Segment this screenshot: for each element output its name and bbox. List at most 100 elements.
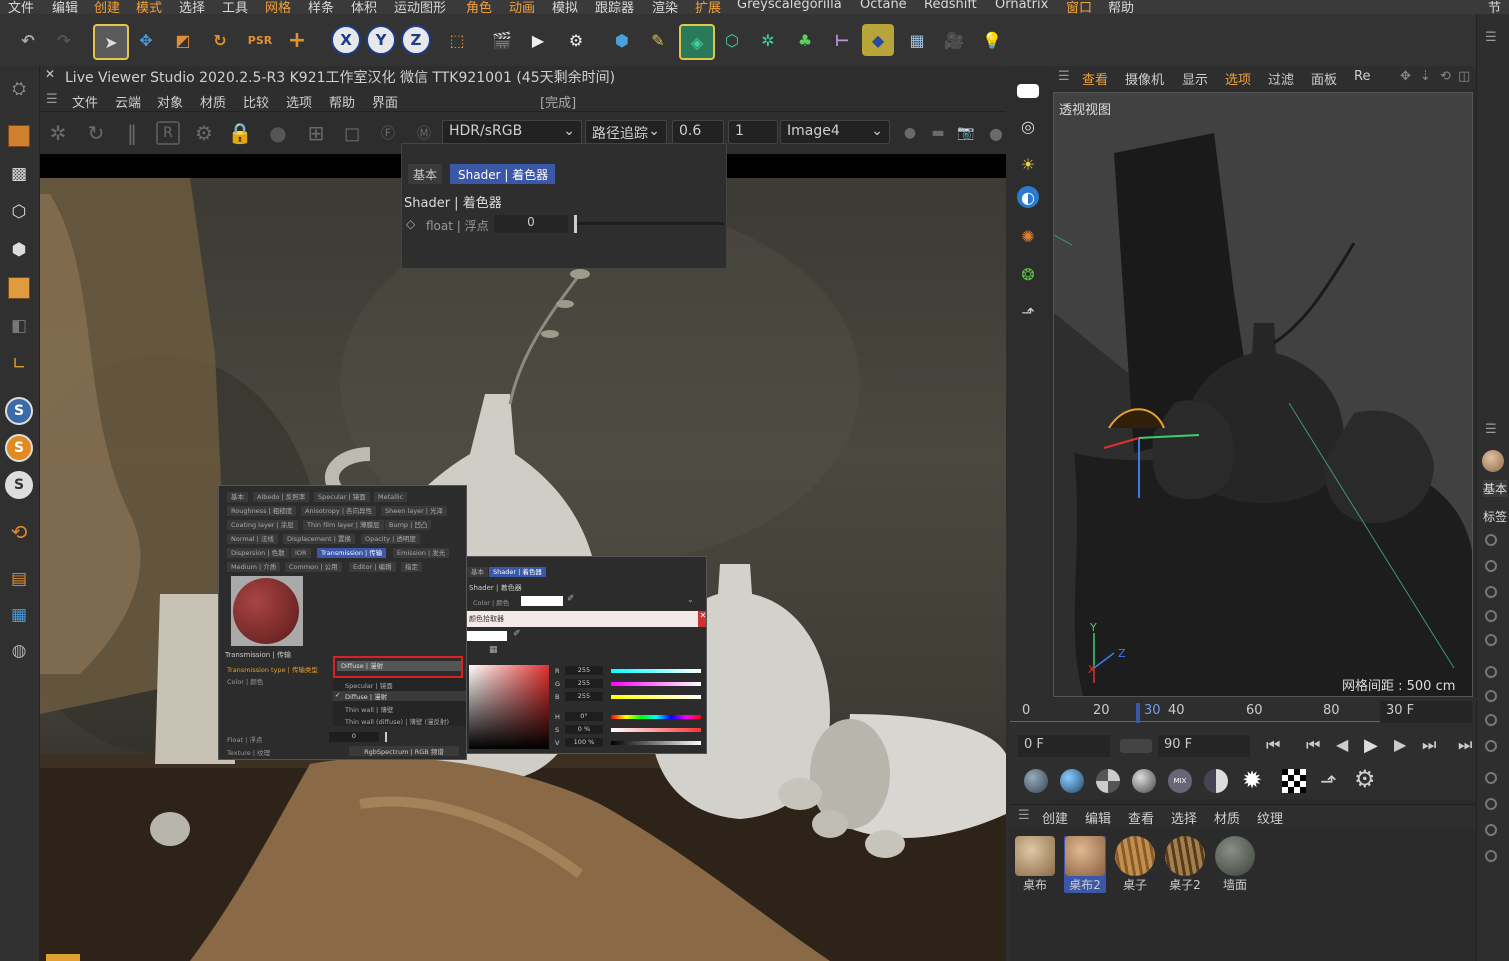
hamburger-icon[interactable]: ☰ [1058,69,1070,84]
mm-menu-view[interactable]: 查看 [1128,808,1154,827]
radio-button[interactable] [1485,666,1497,678]
radio-button[interactable] [1485,798,1497,810]
radio-button[interactable] [1485,850,1497,862]
tab-emission[interactable]: Emission | 发光 [393,548,450,558]
x-axis-icon[interactable]: X [330,24,362,56]
floor-icon[interactable]: ▦ [901,24,933,56]
mm-menu-texture[interactable]: 纹理 [1257,808,1283,827]
add-tool-icon[interactable]: + [281,24,313,56]
playhead[interactable] [1136,703,1140,723]
zoom-view-icon[interactable]: ⇣ [1420,69,1431,84]
coord-system-icon[interactable]: ⬚ [441,24,473,56]
psr-tool-icon[interactable]: PSR [244,24,276,56]
tab-displacement[interactable]: Displacement | 置换 [283,534,356,544]
make-editable-icon[interactable]: ⛭ [4,74,34,104]
mm-menu-material[interactable]: 材质 [1214,808,1240,827]
menu-tools[interactable]: 工具 [222,0,248,14]
hamburger-icon[interactable]: ☰ [46,92,58,107]
chevron-down-icon[interactable]: ⌄ [687,595,694,604]
tab-albedo[interactable]: Albedo | 反照率 [253,492,310,502]
rotate-view-icon[interactable]: ⟲ [1440,69,1451,84]
s-slider[interactable] [611,728,701,732]
camera-icon[interactable]: 🎥 [938,24,970,56]
move-tool-icon[interactable]: ✥ [130,24,162,56]
planar-workplane-icon[interactable]: ◍ [4,636,34,666]
goto-end-icon[interactable]: ⏭ [1458,735,1472,755]
option-specular[interactable]: Specular | 镜面 [345,680,393,690]
field-icon[interactable]: ◆ [862,24,894,56]
range-slider[interactable] [1120,739,1152,753]
tab-assign[interactable]: 指定 [401,562,422,572]
menu-greyscalegorilla[interactable]: Greyscalegorilla [737,0,842,12]
perspective-viewport[interactable]: Y Z X 透视视图 网格间距 : 500 cm [1053,92,1473,697]
render-view-icon[interactable]: ▶ [522,24,554,56]
locked-workplane-icon[interactable]: ▦ [4,600,34,630]
option-thinwall[interactable]: Thin wall | 薄壁 [345,704,393,714]
material-item-selected[interactable]: 桌布2 [1064,836,1106,893]
hamburger-icon[interactable]: ☰ [1485,422,1497,437]
extrude-icon[interactable]: ⬡ [716,24,748,56]
diffuse-material-icon[interactable] [1024,769,1048,793]
material-item[interactable]: 桌子 [1114,836,1156,893]
universal-material-icon[interactable] [1096,769,1120,793]
tab-roughness[interactable]: Roughness | 粗糙度 [227,506,297,516]
uv-mode-icon[interactable]: ◧ [4,311,34,341]
soft-selection-icon[interactable]: ⟲ [4,517,34,547]
keyframe-icon[interactable]: ◇ [406,217,415,231]
tab-medium[interactable]: Medium | 介质 [227,562,281,572]
eyedropper-icon[interactable]: ✐ [567,594,575,604]
sun-icon[interactable]: ☀ [1014,150,1042,178]
menu-volume[interactable]: 体积 [351,0,377,14]
mm-menu-create[interactable]: 创建 [1042,808,1068,827]
menu-help[interactable]: 帮助 [1108,0,1134,14]
radio-button[interactable] [1485,690,1497,702]
bend-icon[interactable]: ⊢ [826,24,858,56]
area-light-icon[interactable] [1017,84,1039,98]
float-slider-handle[interactable] [385,732,387,742]
cloner-icon[interactable]: ✲ [752,24,784,56]
menu-render[interactable]: 渲染 [652,0,678,14]
rotate-tool-icon[interactable]: ↻ [204,24,236,56]
scatter-icon[interactable]: ❂ [1014,260,1042,288]
subdivision-icon[interactable]: ◈ [679,24,715,60]
circle-icon[interactable]: ● [984,121,1008,145]
tab-shader[interactable]: Shader | 着色器 [450,164,555,184]
workplane-icon[interactable]: S [4,470,34,500]
lv-menu-file[interactable]: 文件 [72,92,98,111]
settings-icon[interactable]: ⚙ [192,121,216,145]
transmission-type-dropdown[interactable]: Diffuse | 漫射 [337,661,461,671]
vp-menu-camera[interactable]: 摄像机 [1125,69,1164,88]
light-icon[interactable]: 💡 [976,24,1008,56]
select-tool-icon[interactable]: ➤ [93,24,129,60]
tab-normal[interactable]: Normal | 法线 [227,534,278,544]
r-slider[interactable] [611,669,701,673]
menu-extensions[interactable]: 扩展 [695,0,721,14]
option-thinwall-diffuse[interactable]: Thin wall (diffuse) | 薄壁 (漫反射) [345,716,449,726]
radio-button[interactable] [1485,740,1497,752]
z-axis-icon[interactable]: Z [400,24,432,56]
points-mode-icon[interactable]: ⬡ [4,197,34,227]
render-settings-icon[interactable]: ⚙ [560,24,592,56]
menu-select[interactable]: 选择 [179,0,205,14]
tab-bump[interactable]: Bump | 凹凸 [385,520,432,530]
menu-mode[interactable]: 模式 [136,0,162,14]
snap-icon[interactable]: S [4,396,34,426]
polygons-mode-icon[interactable] [4,273,34,303]
bar-icon[interactable]: ▬ [926,121,950,145]
vp-menu-renderer[interactable]: Re [1354,69,1370,84]
redo-icon[interactable]: ↷ [48,24,80,56]
grid-plane-icon[interactable]: ▤ [4,564,34,594]
max-frame-field[interactable]: 90 F [1158,735,1250,757]
value1-stepper[interactable]: 0.6 [672,120,724,144]
lv-menu-options[interactable]: 选项 [286,92,312,111]
glossy-material-icon[interactable] [1060,769,1084,793]
next-frame-icon[interactable]: ▶ [1394,735,1406,754]
b-input[interactable]: 255 [565,692,603,701]
checker-icon[interactable] [1282,769,1306,793]
menu-spline[interactable]: 样条 [308,0,334,14]
lv-menu-interface[interactable]: 界面 [372,92,398,111]
h-input[interactable]: 0° [565,712,603,721]
mm-menu-edit[interactable]: 编辑 [1085,808,1111,827]
scale-tool-icon[interactable]: ◩ [167,24,199,56]
colorspace-dropdown[interactable]: HDR/sRGB ⌄ [442,120,582,144]
